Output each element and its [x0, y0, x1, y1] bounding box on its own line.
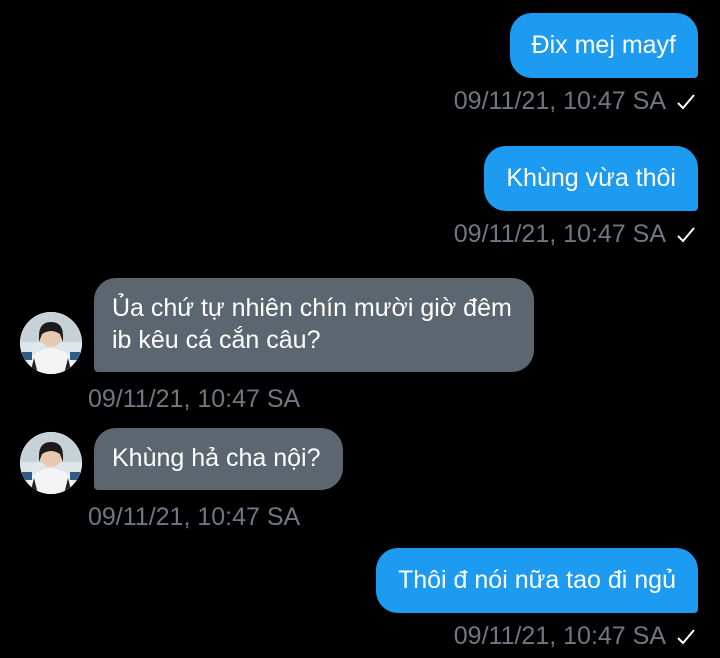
timestamp: 09/11/21, 10:47 SA — [453, 220, 666, 248]
message-meta: 09/11/21, 10:47 SA — [454, 621, 696, 653]
message-outgoing[interactable]: Khùng vừa thôi — [484, 146, 698, 211]
message-bubble[interactable]: Thôi đ nói nữa tao đi ngủ — [375, 548, 698, 613]
message-text: Thôi đ nói nữa tao đi ngủ — [397, 566, 676, 594]
message-meta: 09/11/21, 10:47 SA — [454, 86, 696, 118]
timestamp: 09/11/21, 10:47 SA — [453, 622, 666, 650]
message-text: Khùng hả cha nội? — [112, 444, 321, 472]
message-meta: 09/11/21, 10:47 SA — [88, 502, 300, 532]
timestamp: 09/11/21, 10:47 SA — [88, 503, 301, 531]
message-incoming[interactable]: Ủa chứ tự nhiên chín mười giờ đêm ib kêu… — [94, 278, 534, 372]
message-outgoing[interactable]: Thôi đ nói nữa tao đi ngủ — [375, 548, 698, 613]
message-meta: 09/11/21, 10:47 SA — [454, 219, 696, 251]
message-bubble[interactable]: Khùng vừa thôi — [484, 146, 698, 211]
timestamp: 09/11/21, 10:47 SA — [453, 87, 666, 115]
avatar[interactable] — [20, 312, 82, 374]
message-incoming[interactable]: Khùng hả cha nội? — [94, 428, 343, 490]
message-text: Đix mej mayf — [531, 31, 676, 59]
message-bubble[interactable]: Khùng hả cha nội? — [94, 428, 343, 490]
check-icon — [676, 623, 696, 653]
check-icon — [676, 221, 696, 251]
timestamp: 09/11/21, 10:47 SA — [88, 385, 301, 413]
message-meta: 09/11/21, 10:47 SA — [88, 384, 300, 414]
message-bubble[interactable]: Đix mej mayf — [509, 13, 698, 78]
avatar[interactable] — [20, 432, 82, 494]
message-text: Ủa chứ tự nhiên chín mười giờ đêm ib kêu… — [112, 294, 512, 354]
check-icon — [676, 88, 696, 118]
message-text: Khùng vừa thôi — [506, 164, 676, 192]
message-outgoing[interactable]: Đix mej mayf — [509, 13, 698, 78]
message-bubble[interactable]: Ủa chứ tự nhiên chín mười giờ đêm ib kêu… — [94, 278, 534, 372]
